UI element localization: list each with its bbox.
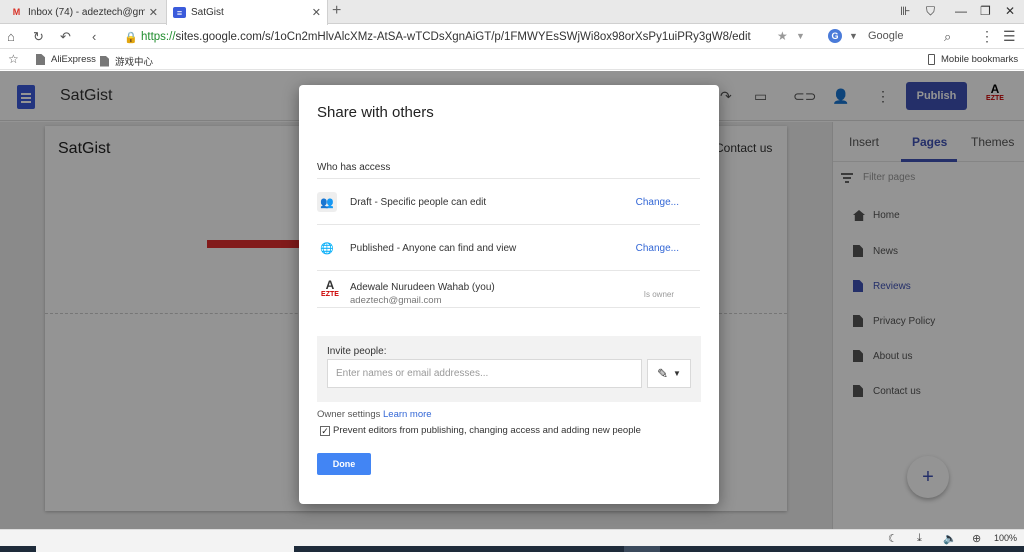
people-icon: 👥	[317, 192, 337, 212]
window-close-icon[interactable]: ✕	[1005, 4, 1015, 18]
lock-icon: 🔒	[124, 32, 138, 44]
learn-more-link[interactable]: Learn more	[383, 409, 432, 420]
undo-icon[interactable]: ↶	[60, 29, 71, 44]
folder-icon	[100, 55, 109, 67]
dialog-title: Share with others	[317, 104, 434, 121]
taskbar-item[interactable]	[36, 546, 294, 552]
invite-section: Invite people: Enter names or email addr…	[317, 336, 701, 402]
access-text: Draft - Specific people can edit	[350, 196, 487, 208]
shield-icon[interactable]: ⛉	[926, 4, 935, 18]
close-icon[interactable]: ✕	[149, 6, 158, 19]
checkbox[interactable]: ✓	[320, 425, 330, 436]
restore-icon[interactable]: ❐	[980, 4, 991, 18]
search-icon[interactable]: ⌕	[944, 29, 951, 45]
minimize-icon[interactable]: —	[955, 4, 967, 18]
owner-info: Adewale Nurudeen Wahab (you) adeztech@gm…	[350, 282, 644, 306]
avatar-letter: A	[325, 278, 335, 292]
bookmark-game-center[interactable]: 游戏中心	[100, 54, 153, 68]
search-input[interactable]: Google	[868, 30, 903, 42]
phone-icon	[928, 54, 935, 65]
star-icon[interactable]: ★	[777, 29, 788, 43]
url-text: https://sites.google.com/s/1oCn2mHlvAlcX…	[141, 31, 751, 43]
sites-icon: ≡	[173, 7, 186, 18]
share-dialog: Share with others Who has access 👥 Draft…	[299, 85, 719, 504]
bookmarks-bar: ☆ AliExpress 游戏中心 Mobile bookmarks	[0, 50, 1024, 70]
tab-label: Inbox (74) - adeztech@gmail.c	[28, 6, 145, 18]
taskbar-item[interactable]	[624, 546, 660, 552]
chevron-down-icon[interactable]: ▼	[849, 31, 858, 41]
chevron-down-icon: ▼	[672, 369, 681, 378]
owner-settings-label: Owner settings	[317, 409, 381, 420]
access-row-draft: 👥 Draft - Specific people can edit Chang…	[317, 180, 700, 224]
checkbox-label: Prevent editors from publishing, changin…	[333, 425, 641, 436]
star-icon[interactable]: ☆	[8, 52, 19, 66]
owner-role: Is owner	[643, 289, 674, 299]
menu-icon[interactable]: ☰	[1003, 28, 1016, 45]
zoom-icon[interactable]: ⊕	[972, 532, 981, 545]
owner-name: Adewale Nurudeen Wahab (you)	[350, 282, 495, 293]
download-icon[interactable]: ⤓	[917, 532, 922, 545]
tab-label: SatGist	[191, 7, 224, 18]
tab-inbox[interactable]: M Inbox (74) - adeztech@gmail.c ✕	[4, 0, 164, 24]
close-icon[interactable]: ✕	[312, 6, 321, 19]
access-row-published: 🌐 Published - Anyone can find and view C…	[317, 226, 700, 270]
avatar-text: EZTE	[321, 291, 339, 298]
tab-list-icon[interactable]: ⊪	[900, 4, 910, 18]
access-text: Published - Anyone can find and view	[350, 242, 517, 254]
bookmark-label: 游戏中心	[115, 57, 154, 68]
change-published-link[interactable]: Change...	[636, 243, 679, 254]
new-tab-icon[interactable]: +	[332, 3, 341, 19]
prevent-editors-option[interactable]: ✓ Prevent editors from publishing, chang…	[320, 425, 641, 436]
divider	[317, 178, 700, 179]
permission-dropdown[interactable]: ✎ ▼	[647, 359, 691, 388]
browser-tab-bar: M Inbox (74) - adeztech@gmail.c ✕ ≡ SatG…	[0, 0, 1024, 25]
change-draft-link[interactable]: Change...	[636, 197, 679, 208]
invite-label: Invite people:	[327, 346, 387, 357]
os-taskbar	[0, 546, 1024, 552]
back-icon[interactable]: ‹	[92, 29, 96, 44]
zoom-level[interactable]: 100%	[994, 533, 1017, 543]
volume-icon[interactable]: 🔈	[943, 532, 957, 545]
pencil-icon: ✎	[657, 365, 668, 381]
search-engine-icon[interactable]: G	[828, 29, 842, 43]
done-button[interactable]: Done	[317, 453, 371, 475]
night-mode-icon[interactable]: ☾	[888, 532, 898, 545]
reload-icon[interactable]: ↻	[33, 29, 44, 44]
owner-email: adeztech@gmail.com	[350, 295, 442, 306]
divider	[317, 307, 700, 308]
globe-icon: 🌐	[320, 242, 334, 255]
more-icon[interactable]: ⋮	[980, 28, 994, 45]
invite-input[interactable]: Enter names or email addresses...	[327, 359, 642, 388]
bookmark-label: AliExpress	[51, 54, 96, 65]
bookmark-aliexpress[interactable]: AliExpress	[36, 54, 96, 65]
owner-row: A EZTE Adewale Nurudeen Wahab (you) adez…	[317, 272, 700, 316]
section-label: Who has access	[317, 162, 391, 173]
browser-status-bar: ☾ ⤓ 🔈 ⊕ 100%	[0, 529, 1024, 546]
home-icon[interactable]: ⌂	[7, 29, 15, 44]
folder-icon	[36, 54, 45, 65]
tab-satgist[interactable]: ≡ SatGist ✕	[166, 0, 328, 25]
url-field[interactable]: 🔒 https://sites.google.com/s/1oCn2mHlvAl…	[124, 27, 814, 47]
avatar: A EZTE	[317, 278, 343, 307]
gmail-icon: M	[12, 7, 21, 17]
mobile-bookmarks-label: Mobile bookmarks	[941, 54, 1019, 65]
divider	[317, 270, 700, 271]
chevron-down-icon[interactable]: ▼	[796, 31, 805, 41]
mobile-bookmarks[interactable]: Mobile bookmarks	[928, 54, 1018, 65]
address-bar: ⌂ ↻ ↶ ‹ 🔒 https://sites.google.com/s/1oC…	[0, 25, 1024, 49]
divider	[317, 224, 700, 225]
